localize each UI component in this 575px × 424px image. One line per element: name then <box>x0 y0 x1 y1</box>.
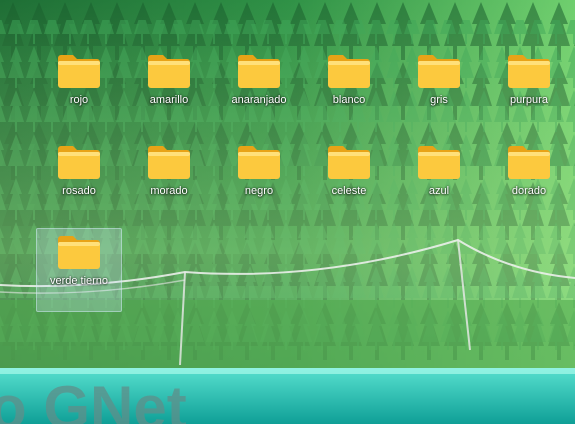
desktop-folder-gris[interactable]: gris <box>396 47 482 131</box>
folder-label: purpura <box>510 94 548 106</box>
folder-icon <box>236 143 282 181</box>
desktop-folder-celeste[interactable]: celeste <box>306 138 392 222</box>
folder-icon <box>56 143 102 181</box>
desktop-folder-blanco[interactable]: blanco <box>306 47 392 131</box>
desktop-folder-anaranjado[interactable]: anaranjado <box>216 47 302 131</box>
desktop-icons: rojo amarillo anaranjado blanco gris purpura r… <box>0 0 575 424</box>
desktop-folder-morado[interactable]: morado <box>126 138 212 222</box>
folder-label: verde tierno <box>49 275 109 287</box>
folder-label: rosado <box>62 185 96 197</box>
folder-icon <box>326 52 372 90</box>
folder-icon <box>56 52 102 90</box>
folder-icon <box>506 143 552 181</box>
folder-label: negro <box>244 185 274 197</box>
folder-label: blanco <box>332 94 366 106</box>
folder-icon <box>416 52 462 90</box>
folder-label: dorado <box>511 185 547 197</box>
folder-icon <box>146 52 192 90</box>
folder-label: anaranjado <box>231 94 287 106</box>
desktop-folder-purpura[interactable]: purpura <box>486 47 572 131</box>
desktop-folder-amarillo[interactable]: amarillo <box>126 47 212 131</box>
folder-label: gris <box>430 94 448 106</box>
folder-icon <box>416 143 462 181</box>
desktop-folder-verde-tierno[interactable]: verde tierno <box>36 228 122 312</box>
folder-label: morado <box>150 185 188 197</box>
folder-label: celeste <box>331 185 367 197</box>
desktop-folder-dorado[interactable]: dorado <box>486 138 572 222</box>
desktop-folder-rosado[interactable]: rosado <box>36 138 122 222</box>
desktop-folder-negro[interactable]: negro <box>216 138 302 222</box>
folder-icon <box>236 52 282 90</box>
folder-label: azul <box>428 185 450 197</box>
desktop-folder-azul[interactable]: azul <box>396 138 482 222</box>
folder-icon <box>146 143 192 181</box>
folder-icon <box>326 143 372 181</box>
folder-label: amarillo <box>149 94 189 106</box>
folder-icon <box>506 52 552 90</box>
folder-icon <box>56 233 102 271</box>
desktop-folder-rojo[interactable]: rojo <box>36 47 122 131</box>
folder-label: rojo <box>69 94 89 106</box>
